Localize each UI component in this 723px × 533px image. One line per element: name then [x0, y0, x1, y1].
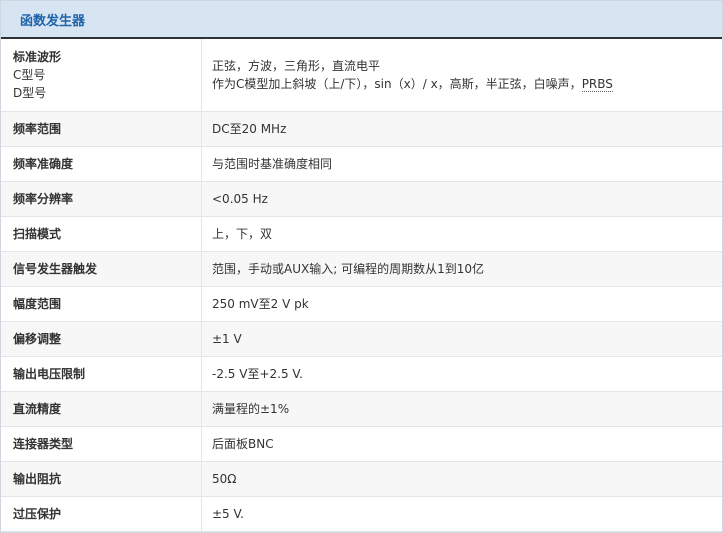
spec-key: 扫描模式: [1, 216, 202, 252]
spec-key-label: 标准波形: [13, 50, 62, 64]
spec-value: 范围，手动或AUX输入; 可编程的周期数从1到10亿: [201, 251, 722, 287]
spec-key: 频率准确度: [1, 146, 202, 182]
spec-value: ±5 V.: [201, 496, 722, 532]
table-row: 频率范围 DC至20 MHz: [1, 111, 722, 147]
prbs-abbreviation[interactable]: PRBS: [581, 77, 613, 92]
spec-key: 输出电压限制: [1, 356, 202, 392]
spec-key: 信号发生器触发: [1, 251, 202, 287]
spec-value: 上，下，双: [201, 216, 722, 252]
spec-key: 频率范围: [1, 111, 202, 147]
spec-value: <0.05 Hz: [201, 181, 722, 217]
table-row: 幅度范围 250 mV至2 V pk: [1, 286, 722, 322]
section-header: 函数发生器: [1, 1, 722, 39]
spec-value-line-d: 作为C模型加上斜坡（上/下），sin（x）/ x，高斯，半正弦，白噪声，PRBS: [212, 75, 722, 93]
table-row: 过压保护 ±5 V.: [1, 496, 722, 532]
spec-value: 50Ω: [201, 461, 722, 497]
spec-value: 250 mV至2 V pk: [201, 286, 722, 322]
spec-key: 连接器类型: [1, 426, 202, 462]
table-row: 输出电压限制 -2.5 V至+2.5 V.: [1, 356, 722, 392]
table-row: 扫描模式 上，下，双: [1, 216, 722, 252]
spec-value: ±1 V: [201, 321, 722, 357]
spec-key: 过压保护: [1, 496, 202, 532]
spec-key-sub-d: D型号: [13, 86, 47, 100]
spec-key: 频率分辨率: [1, 181, 202, 217]
table-row: 直流精度 满量程的±1%: [1, 391, 722, 427]
table-row: 输出阻抗 50Ω: [1, 461, 722, 497]
spec-value: 后面板BNC: [201, 426, 722, 462]
spec-value: DC至20 MHz: [201, 111, 722, 147]
spec-key: 偏移调整: [1, 321, 202, 357]
table-row: 偏移调整 ±1 V: [1, 321, 722, 357]
spec-value: 与范围时基准确度相同: [201, 146, 722, 182]
spec-value-line-c: 正弦，方波，三角形，直流电平: [212, 59, 381, 73]
table-row: 标准波形 C型号 D型号 正弦，方波，三角形，直流电平 作为C模型加上斜坡（上/…: [1, 39, 722, 112]
table-row: 频率准确度 与范围时基准确度相同: [1, 146, 722, 182]
table-row: 频率分辨率 <0.05 Hz: [1, 181, 722, 217]
spec-value-text: 作为C模型加上斜坡（上/下），sin（x）/ x，高斯，半正弦，白噪声，: [212, 77, 582, 91]
spec-panel: 函数发生器 标准波形 C型号 D型号 正弦，方波，三角形，直流电平 作为C模型加…: [0, 0, 723, 533]
spec-table: 标准波形 C型号 D型号 正弦，方波，三角形，直流电平 作为C模型加上斜坡（上/…: [1, 39, 722, 532]
spec-key-cell: 标准波形 C型号 D型号: [1, 39, 202, 112]
spec-key: 输出阻抗: [1, 461, 202, 497]
section-title: 函数发生器: [20, 13, 86, 29]
spec-key: 直流精度: [1, 391, 202, 427]
spec-value: 满量程的±1%: [201, 391, 722, 427]
table-row: 信号发生器触发 范围，手动或AUX输入; 可编程的周期数从1到10亿: [1, 251, 722, 287]
table-row: 连接器类型 后面板BNC: [1, 426, 722, 462]
spec-key-sub-c: C型号: [13, 68, 46, 82]
spec-value-cell: 正弦，方波，三角形，直流电平 作为C模型加上斜坡（上/下），sin（x）/ x，…: [201, 39, 722, 112]
spec-key: 幅度范围: [1, 286, 202, 322]
spec-value: -2.5 V至+2.5 V.: [201, 356, 722, 392]
